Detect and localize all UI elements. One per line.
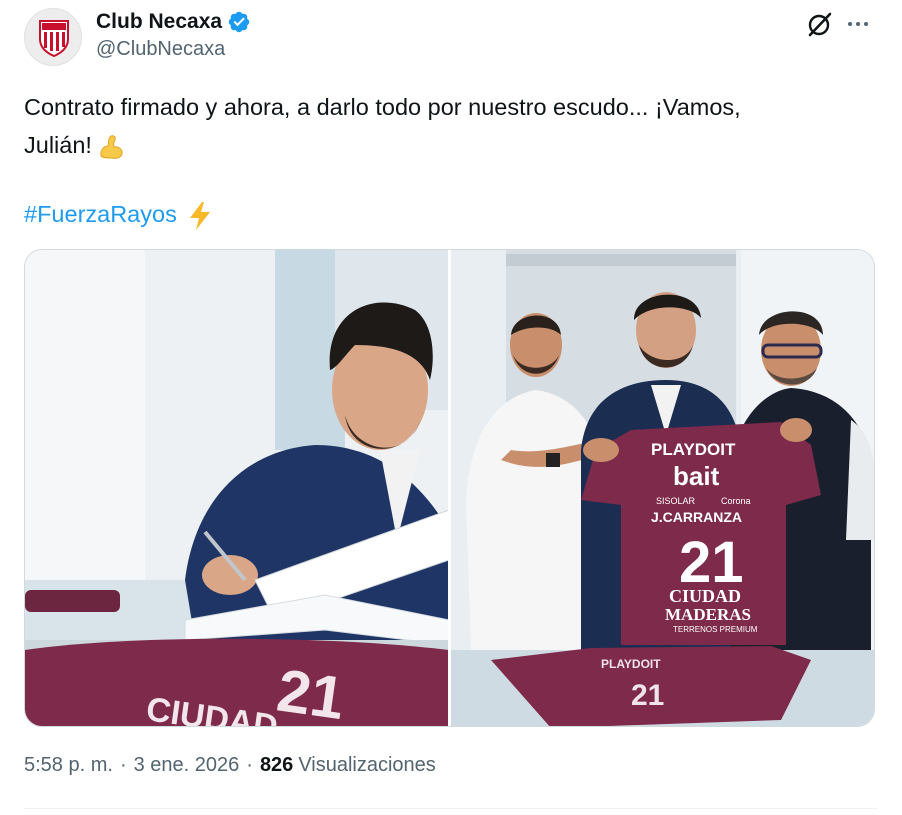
jersey-sponsor-bottom-1: CIUDAD — [669, 586, 741, 606]
divider — [24, 808, 878, 809]
photo-jersey-presentation[interactable]: PLAYDOIT bait SISOLAR Corona J.CARRANZA … — [451, 250, 874, 726]
high-voltage-emoji-icon — [190, 201, 211, 230]
tweet-text-line1: Contrato firmado y ahora, a darlo todo p… — [24, 94, 741, 120]
views-label[interactable]: Visualizaciones — [298, 754, 436, 777]
meta-separator: · — [246, 754, 253, 776]
tweet-header: Club Necaxa @ClubNecaxa — [24, 6, 878, 66]
jersey-sponsor-bottom-2: MADERAS — [665, 605, 751, 624]
jersey-sponsor-small-left: SISOLAR — [656, 496, 696, 506]
media-grid: CIUDAD 21 PLAYDOIT bait SISOLAR Corona J… — [24, 249, 875, 727]
flexed-biceps-emoji-icon — [100, 135, 123, 159]
jersey-sponsor-main: bait — [673, 461, 720, 491]
svg-text:PLAYDOIT: PLAYDOIT — [601, 657, 661, 671]
tweet-text-line2: Julián! — [24, 132, 92, 158]
hashtag-row: #FuerzaRayos — [24, 195, 213, 233]
svg-text:21: 21 — [273, 657, 348, 726]
views-count[interactable]: 826 — [260, 754, 293, 777]
necaxa-crest-icon — [39, 20, 69, 57]
photo-jersey-presentation-image: PLAYDOIT bait SISOLAR Corona J.CARRANZA … — [451, 250, 874, 726]
jersey-player-name: J.CARRANZA — [651, 509, 742, 525]
jersey-sponsor-bottom-3: TERRENOS PREMIUM — [673, 625, 758, 634]
grok-icon[interactable] — [806, 10, 834, 38]
svg-text:21: 21 — [631, 679, 664, 712]
more-options-icon[interactable] — [844, 10, 872, 38]
tweet-time[interactable]: 5:58 p. m. — [24, 754, 113, 777]
display-name[interactable]: Club Necaxa — [96, 10, 222, 34]
user-handle[interactable]: @ClubNecaxa — [96, 38, 251, 61]
jersey-sponsor-small-right: Corona — [721, 496, 751, 506]
jersey-sponsor-top: PLAYDOIT — [651, 440, 736, 459]
avatar[interactable] — [24, 8, 82, 66]
tweet-date[interactable]: 3 ene. 2026 — [134, 754, 240, 777]
hashtag-link[interactable]: #FuerzaRayos — [24, 201, 177, 227]
photo-signing-contract[interactable]: CIUDAD 21 — [25, 250, 448, 726]
verified-badge-icon[interactable] — [227, 10, 251, 34]
meta-separator: · — [119, 754, 127, 776]
tweet-meta: 5:58 p. m. · 3 ene. 2026 · 826 Visualiza… — [24, 754, 436, 777]
photo-signing-contract-image: CIUDAD 21 — [25, 250, 448, 726]
tweet-text: Contrato firmado y ahora, a darlo todo p… — [24, 88, 874, 164]
